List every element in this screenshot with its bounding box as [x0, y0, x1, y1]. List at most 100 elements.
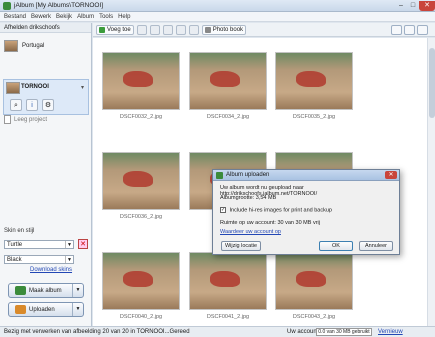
- skin-select[interactable]: Turtle ▼: [4, 240, 74, 249]
- menu-bewerk[interactable]: Bewerk: [31, 14, 51, 20]
- settings-icon[interactable]: ⚙: [42, 99, 54, 111]
- album-label: Portugal: [22, 43, 45, 49]
- hires-checkbox-label: Include hi-res images for print and back…: [229, 207, 332, 214]
- change-location-button[interactable]: Wijzig locatie: [221, 241, 261, 251]
- thumbnail-item[interactable]: DSCF0032_2.jpg: [102, 52, 180, 120]
- photo: [102, 152, 180, 210]
- file-name: DSCF0043_2.jpg: [292, 314, 336, 320]
- close-button[interactable]: ✕: [419, 0, 435, 11]
- minimize-button[interactable]: –: [395, 1, 407, 11]
- skin-style-label: Skin en stijl: [4, 228, 35, 234]
- photo: [275, 52, 353, 110]
- settings-icon[interactable]: [417, 25, 428, 35]
- add-button[interactable]: Voeg toe: [96, 24, 134, 35]
- menu-help[interactable]: Help: [118, 14, 130, 20]
- app-icon: [3, 1, 11, 10]
- file-name: DSCF0034_2.jpg: [206, 114, 250, 120]
- account-space-text: Ruimte op uw account: 30 van 30 MB vrij: [220, 220, 320, 226]
- photo: [189, 252, 267, 310]
- search-icon[interactable]: ⌕: [10, 99, 22, 111]
- upgrade-account-link[interactable]: Waardeer uw account op: [220, 229, 281, 235]
- menu-bar: Bestand Bewerk Bekijk Album Tools Help: [0, 12, 435, 22]
- menu-album[interactable]: Album: [77, 14, 94, 20]
- style-value: Black: [7, 257, 22, 263]
- upload-label: Uploaden: [29, 306, 55, 313]
- make-album-icon: [15, 286, 26, 295]
- make-album-button[interactable]: Maak album ▼: [8, 283, 84, 298]
- upload-dialog: Album uploaden ✕ Uw album wordt nu geupl…: [212, 169, 400, 255]
- edit-icon[interactable]: [404, 25, 415, 35]
- album-thumbnail: [6, 82, 20, 94]
- photo: [102, 52, 180, 110]
- style-select[interactable]: Black ▼: [4, 255, 74, 264]
- file-name: DSCF0040_2.jpg: [119, 314, 163, 320]
- hires-checkbox[interactable]: ✓: [220, 207, 226, 213]
- title-bar: jAlbum [My Albums\TORNOOI] – □ ✕: [0, 0, 435, 12]
- make-album-label: Maak album: [29, 287, 62, 294]
- thumbnail-view-icon[interactable]: [391, 25, 402, 35]
- new-project-item[interactable]: Leeg project: [4, 115, 47, 124]
- photo-book-button[interactable]: Photo book: [201, 24, 247, 35]
- menu-bekijk[interactable]: Bekijk: [56, 14, 72, 20]
- chevron-down-icon[interactable]: ▼: [72, 303, 83, 316]
- renew-link[interactable]: Vernieuw: [378, 327, 403, 337]
- menu-tools[interactable]: Tools: [99, 14, 113, 20]
- vertical-scrollbar[interactable]: [427, 38, 435, 326]
- panel-header: Afhelden drikschoofs: [0, 23, 91, 33]
- book-icon: [204, 26, 211, 33]
- hires-checkbox-row[interactable]: ✓ Include hi-res images for print and ba…: [220, 207, 332, 213]
- album-item-portugal[interactable]: Portugal: [4, 40, 44, 52]
- photo: [189, 52, 267, 110]
- album-item-tornooi[interactable]: TORNOOI ▾ ⌕ i ⚙: [3, 79, 89, 115]
- menu-bestand[interactable]: Bestand: [4, 14, 26, 20]
- album-thumbnail: [4, 40, 18, 52]
- chevron-down-icon: ▼: [65, 241, 73, 248]
- photo: [102, 252, 180, 310]
- remove-skin-icon[interactable]: ✕: [78, 239, 88, 249]
- document-icon: [4, 115, 11, 124]
- dialog-title: Album uploaden: [226, 172, 270, 178]
- paste-icon[interactable]: [162, 24, 173, 35]
- account-usage-bar: 0.0 van 30 MB gebruikt: [316, 328, 372, 336]
- delete-icon[interactable]: [175, 24, 186, 35]
- file-name: DSCF0035_2.jpg: [292, 114, 336, 120]
- upload-button[interactable]: Uploaden ▼: [8, 302, 84, 317]
- copy-icon[interactable]: [149, 24, 160, 35]
- left-panel: Afhelden drikschoofs Portugal TORNOOI ▾ …: [0, 23, 92, 326]
- album-label: TORNOOI: [21, 84, 49, 90]
- chevron-down-icon: ▼: [65, 256, 73, 263]
- info-icon[interactable]: i: [26, 99, 38, 111]
- new-folder-icon[interactable]: [136, 24, 147, 35]
- new-project-label: Leeg project: [14, 116, 48, 123]
- status-bar: Bezig met verwerken van afbeelding 20 va…: [0, 326, 435, 337]
- thumbnail-item[interactable]: DSCF0040_2.jpg: [102, 252, 180, 320]
- add-icon: [99, 26, 105, 33]
- file-name: DSCF0041_2.jpg: [206, 314, 250, 320]
- window-title: jAlbum [My Albums\TORNOOI]: [14, 2, 104, 9]
- scrollbar-thumb[interactable]: [429, 48, 435, 118]
- thumbnail-item[interactable]: DSCF0041_2.jpg: [189, 252, 267, 320]
- download-skins-link[interactable]: Download skins: [30, 267, 72, 273]
- collapse-arrow-icon[interactable]: ▾: [81, 84, 84, 91]
- rotate-icon[interactable]: [188, 24, 199, 35]
- thumbnail-item[interactable]: DSCF0036_2.jpg: [102, 152, 180, 220]
- upload-icon: [15, 305, 26, 314]
- photo-book-label: Photo book: [212, 26, 244, 33]
- dialog-close-button[interactable]: ✕: [385, 171, 397, 179]
- thumbnail-item[interactable]: DSCF0043_2.jpg: [275, 252, 353, 320]
- chevron-down-icon[interactable]: ▼: [72, 284, 83, 297]
- skin-value: Turtle: [7, 242, 23, 248]
- account-label: Uw account: [287, 329, 319, 335]
- file-name: DSCF0036_2.jpg: [119, 214, 163, 220]
- album-size-text: Albumgrootte: 3,54 MB: [220, 195, 277, 201]
- dialog-title-bar: Album uploaden ✕: [213, 170, 399, 181]
- toolbar: Voeg toe Photo book: [93, 23, 435, 37]
- ok-button[interactable]: OK: [319, 241, 353, 251]
- add-label: Voeg toe: [107, 26, 131, 33]
- cancel-button[interactable]: Annuleer: [359, 241, 393, 251]
- status-text: Bezig met verwerken van afbeelding 20 va…: [4, 329, 190, 335]
- thumbnail-item[interactable]: DSCF0035_2.jpg: [275, 52, 353, 120]
- thumbnail-item[interactable]: DSCF0034_2.jpg: [189, 52, 267, 120]
- file-name: DSCF0032_2.jpg: [119, 114, 163, 120]
- maximize-button[interactable]: □: [407, 1, 419, 11]
